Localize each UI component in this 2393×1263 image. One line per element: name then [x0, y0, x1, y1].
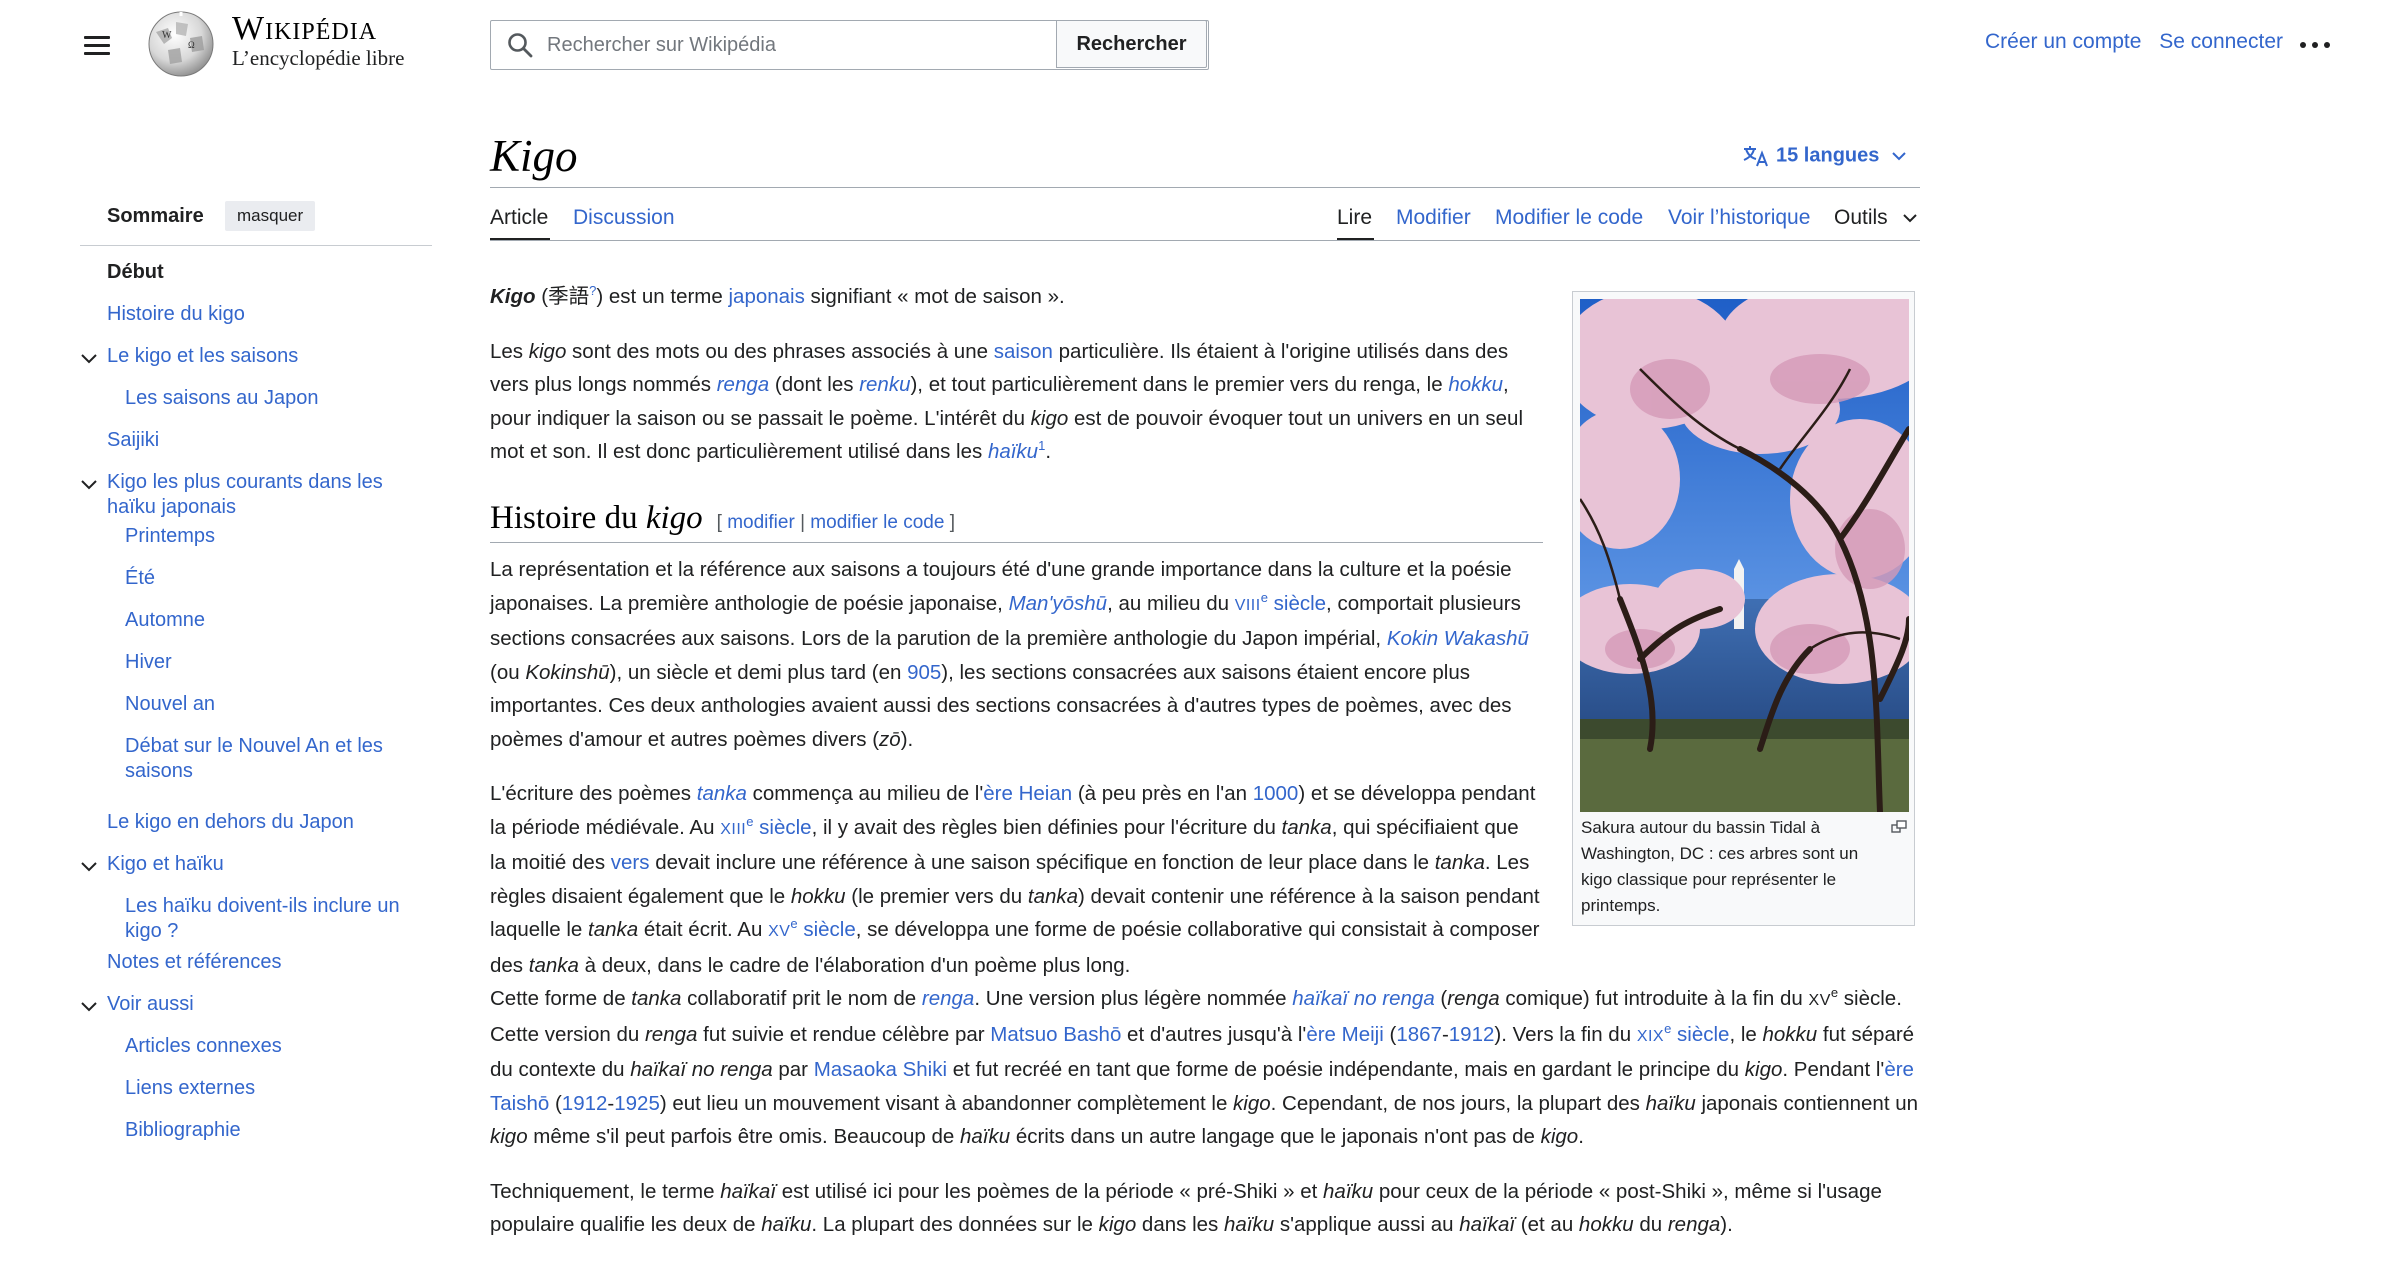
cherry-blossom-photo[interactable]: [1580, 299, 1909, 812]
link-manyoshu[interactable]: Man'yōshū: [1009, 592, 1108, 615]
link-tanka[interactable]: tanka: [697, 782, 747, 805]
tab-edit[interactable]: Modifier: [1396, 206, 1471, 230]
toc-item[interactable]: Automne: [125, 608, 427, 633]
toc-item[interactable]: Le kigo en dehors du Japon: [107, 810, 427, 835]
section-edit-source-link[interactable]: modifier le code: [810, 512, 944, 533]
svg-text:W: W: [162, 30, 172, 41]
tab-tools-label: Outils: [1834, 206, 1888, 229]
toc-item[interactable]: Articles connexes: [125, 1034, 427, 1059]
intro-paragraph-1: Kigo (季語?) est un terme japonais signifi…: [490, 283, 1065, 308]
link-renga[interactable]: renga: [717, 373, 769, 396]
link-masaoka-shiki[interactable]: Masaoka Shiki: [814, 1058, 947, 1081]
link-1912-b[interactable]: 1912: [562, 1092, 608, 1115]
toc-item[interactable]: Les saisons au Japon: [125, 386, 427, 411]
link-1000[interactable]: 1000: [1253, 782, 1299, 805]
language-button[interactable]: 15 langues: [1742, 144, 1913, 168]
intro-paragraph-2: Les kigo sont des mots ou des phrases as…: [490, 339, 1523, 464]
link-renga-2[interactable]: renga: [922, 987, 974, 1010]
toc-header: Sommaire masquer: [80, 195, 432, 246]
link-ere-heian[interactable]: ère Heian: [983, 782, 1072, 805]
toc-item[interactable]: Liens externes: [125, 1076, 427, 1101]
infobox-thumbnail: Sakura autour du bassin Tidal à Washingt…: [1572, 291, 1915, 926]
link-8e-siecle[interactable]: VIIIe siècle: [1235, 591, 1326, 615]
tab-article[interactable]: Article: [490, 206, 548, 230]
user-links: Créer un compte Se connecter: [1973, 30, 2283, 54]
link-905[interactable]: 905: [907, 661, 941, 684]
login-link[interactable]: Se connecter: [2159, 30, 2283, 53]
link-japonais[interactable]: japonais: [728, 285, 804, 308]
toc-item[interactable]: Kigo les plus courants dans les haïku ja…: [107, 470, 427, 520]
svg-text:Ω: Ω: [188, 40, 195, 50]
main-menu-icon[interactable]: [78, 28, 114, 64]
toc-item[interactable]: Été: [125, 566, 427, 591]
section-edit-link[interactable]: modifier: [727, 512, 795, 533]
translate-icon: [1743, 146, 1768, 167]
history-paragraph-3: Techniquement, le terme haïkaï est utili…: [490, 1179, 1882, 1237]
toc-item[interactable]: Histoire du kigo: [107, 302, 427, 327]
search-icon: [508, 33, 533, 58]
link-matsuo-basho[interactable]: Matsuo Bashō: [990, 1023, 1121, 1046]
toc-title: Sommaire: [107, 205, 204, 227]
tab-read[interactable]: Lire: [1337, 206, 1372, 230]
link-15e-siecle[interactable]: XVe siècle: [768, 917, 856, 941]
chevron-down-icon: [1892, 152, 1906, 161]
article-intro: Kigo (季語?) est un terme japonais signifi…: [490, 280, 1540, 490]
logo-tagline: L’encyclopédie libre: [232, 46, 405, 70]
link-1925[interactable]: 1925: [614, 1092, 660, 1115]
link-13e-siecle[interactable]: XIIIe siècle: [720, 815, 811, 839]
toc-item[interactable]: Les haïku doivent-ils inclure un kigo ?: [125, 894, 427, 944]
enlarge-icon[interactable]: [1891, 820, 1907, 834]
toc-item[interactable]: Début: [107, 260, 427, 285]
link-1912[interactable]: 1912: [1449, 1023, 1495, 1046]
search-button[interactable]: Rechercher: [1056, 20, 1207, 68]
toc-item[interactable]: Débat sur le Nouvel An et les saisons: [125, 734, 427, 784]
link-haiku[interactable]: haïku: [988, 440, 1038, 463]
tab-edit-source[interactable]: Modifier le code: [1495, 206, 1643, 230]
toc-expand-chevron-icon[interactable]: [80, 352, 98, 364]
toc-expand-chevron-icon[interactable]: [80, 860, 98, 872]
link-kokin-wakashu[interactable]: Kokin Wakashū: [1387, 627, 1529, 650]
page-title: Kigo: [490, 131, 578, 181]
table-of-contents: Sommaire masquer: [80, 195, 432, 246]
toc-item[interactable]: Kigo et haïku: [107, 852, 427, 877]
chevron-down-icon: [1902, 214, 1917, 223]
section-heading: Histoire du kigo[ modifier | modifier le…: [490, 500, 955, 536]
toc-item[interactable]: Notes et références: [107, 950, 427, 975]
toc-item[interactable]: Hiver: [125, 650, 427, 675]
link-19e-siecle[interactable]: XIXe siècle: [1637, 1022, 1730, 1046]
toc-item[interactable]: Saijiki: [107, 428, 427, 453]
link-1867[interactable]: 1867: [1396, 1023, 1442, 1046]
toc-expand-chevron-icon[interactable]: [80, 478, 98, 490]
link-hokku[interactable]: hokku: [1448, 373, 1503, 396]
more-options-icon[interactable]: [2298, 30, 2334, 58]
toc-item[interactable]: Le kigo et les saisons: [107, 344, 427, 369]
link-saison[interactable]: saison: [994, 340, 1053, 363]
language-count: 15 langues: [1776, 144, 1880, 167]
logo-wordmark[interactable]: Wikipédia: [232, 10, 377, 48]
tab-history[interactable]: Voir l’historique: [1668, 206, 1810, 230]
toc-item[interactable]: Printemps: [125, 524, 427, 549]
toc-item[interactable]: Nouvel an: [125, 692, 427, 717]
create-account-link[interactable]: Créer un compte: [1985, 30, 2141, 53]
link-renku[interactable]: renku: [859, 373, 910, 396]
thumbnail-caption: Sakura autour du bassin Tidal à Washingt…: [1581, 818, 1859, 915]
tab-tools[interactable]: Outils: [1834, 206, 1918, 230]
tab-discussion[interactable]: Discussion: [573, 206, 675, 230]
toc-expand-chevron-icon[interactable]: [80, 1000, 98, 1012]
toc-hide-button[interactable]: masquer: [225, 201, 316, 231]
history-paragraph-1: La représentation et la référence aux sa…: [490, 558, 1529, 751]
link-ere-meiji[interactable]: ère Meiji: [1306, 1023, 1383, 1046]
toc-item[interactable]: Bibliographie: [125, 1118, 427, 1143]
section-edit-links: [ modifier | modifier le code ]: [716, 512, 955, 533]
wikipedia-globe-logo[interactable]: W Ω: [142, 8, 220, 78]
search-input[interactable]: [545, 21, 1049, 69]
toc-item[interactable]: Voir aussi: [107, 992, 427, 1017]
link-haikai-no-renga[interactable]: haïkaï no renga: [1292, 987, 1434, 1010]
link-vers[interactable]: vers: [611, 851, 650, 874]
